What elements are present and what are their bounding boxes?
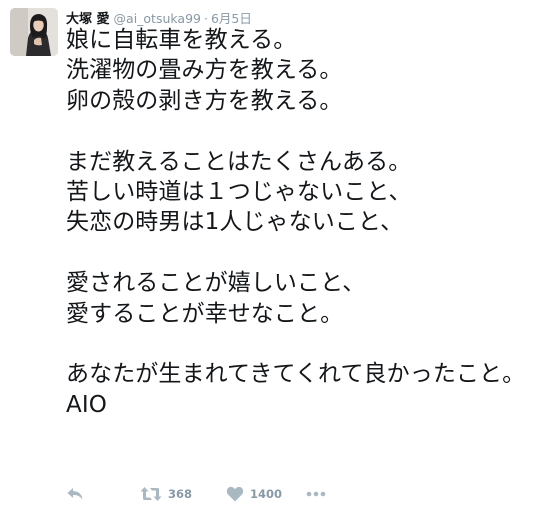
- reply-button[interactable]: [66, 484, 84, 504]
- tweet-text: 娘に自転車を教える。 洗濯物の畳み方を教える。 卵の殻の剥き方を教える。 まだ教…: [66, 27, 526, 418]
- avatar[interactable]: [10, 8, 58, 56]
- reply-icon: [67, 488, 83, 500]
- like-count: 1400: [250, 487, 283, 501]
- author-handle[interactable]: @ai_otsuka99: [114, 11, 201, 26]
- tweet-actions: 368 1400: [66, 484, 366, 504]
- avatar-photo: [10, 8, 58, 56]
- retweet-button[interactable]: 368: [140, 484, 192, 504]
- more-button[interactable]: [306, 484, 326, 504]
- header-separator: ·: [203, 11, 208, 26]
- retweet-count: 368: [168, 487, 193, 501]
- heart-icon: [226, 486, 244, 502]
- like-button[interactable]: 1400: [226, 484, 282, 504]
- retweet-icon: [140, 487, 162, 501]
- more-icon: [306, 491, 326, 497]
